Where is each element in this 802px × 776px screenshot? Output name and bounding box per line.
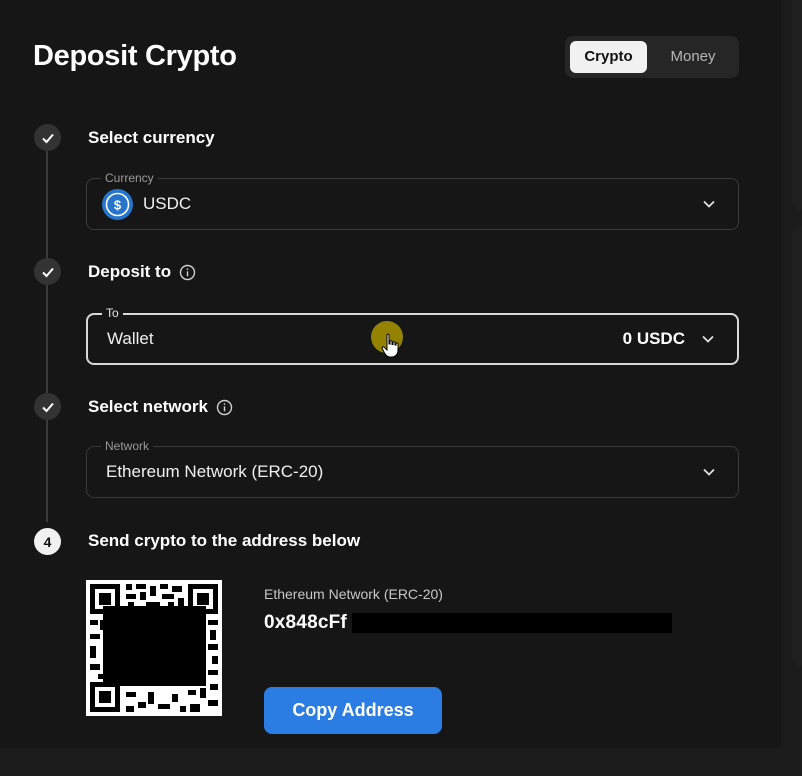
step-1-text: Select currency [88,128,215,147]
address-network-label: Ethereum Network (ERC-20) [264,586,443,602]
step-1-check-icon [34,124,61,151]
step-3-label: Select network [88,397,233,417]
currency-value: $ USDC [102,179,192,229]
step-2-label: Deposit to [88,262,196,282]
step-4-text: Send crypto to the address below [88,531,361,550]
address-qr-code [86,580,222,716]
qr-redaction [103,606,206,686]
step-2-check-icon [34,258,61,285]
deposit-to-select[interactable]: To Wallet 0 USDC [86,306,739,365]
side-card [792,226,802,666]
page-title: Deposit Crypto [33,40,237,72]
deposit-to-value: Wallet [107,329,154,348]
info-icon[interactable] [216,399,233,416]
toggle-crypto[interactable]: Crypto [570,41,647,73]
wallet-balance: 0 USDC [622,329,685,348]
step-3-check-icon [34,393,61,420]
network-select[interactable]: Network Ethereum Network (ERC-20) [86,439,739,498]
hand-cursor-icon [381,333,399,358]
crypto-money-toggle: Crypto Money [565,36,739,78]
chevron-down-icon [703,468,715,476]
toggle-money[interactable]: Money [653,41,733,73]
chevron-down-icon [702,335,714,343]
step-4-number: 4 [34,528,61,555]
svg-text:$: $ [114,197,122,212]
network-value: Ethereum Network (ERC-20) [106,462,324,481]
copy-address-button[interactable]: Copy Address [264,687,442,734]
currency-text: USDC [143,194,192,213]
address-redaction [352,613,672,633]
usdc-coin-icon: $ [102,188,133,220]
step-1-label: Select currency [88,128,215,148]
step-2-text: Deposit to [88,262,172,281]
info-icon[interactable] [179,264,196,281]
chevron-down-icon [703,200,715,208]
step-4-label: Send crypto to the address below [88,531,360,551]
side-card [792,0,802,210]
step-3-text: Select network [88,397,208,416]
currency-select[interactable]: Currency $ USDC [86,171,739,230]
stepper-rail [46,150,48,522]
